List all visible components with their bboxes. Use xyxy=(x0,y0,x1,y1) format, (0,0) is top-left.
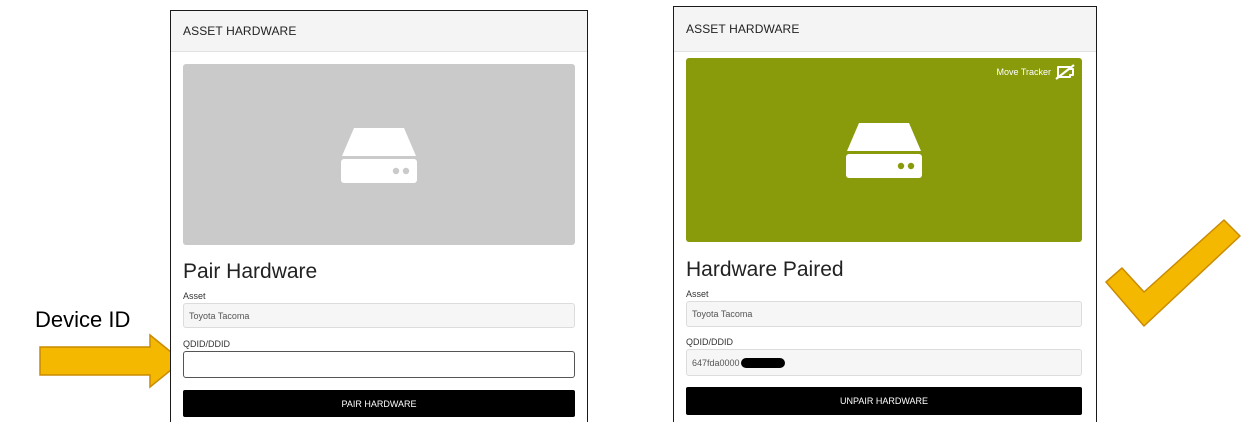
hardware-image xyxy=(183,64,575,245)
battery-slash-icon xyxy=(1055,64,1075,80)
asset-field: Toyota Tacoma xyxy=(183,303,575,328)
qdid-label: QDID/DDID xyxy=(686,337,733,347)
panel-header: ASSET HARDWARE xyxy=(171,11,587,52)
qdid-field: 647fda0000 xyxy=(686,349,1082,376)
hard-drive-icon xyxy=(341,127,417,183)
hardware-paired-panel: ASSET HARDWARE Move Tracker Hardware Pai… xyxy=(673,6,1097,422)
asset-value: Toyota Tacoma xyxy=(189,310,250,321)
form-title: Pair Hardware xyxy=(183,260,318,283)
pointer-arrow-icon xyxy=(39,333,184,389)
panel-header: ASSET HARDWARE xyxy=(674,7,1096,52)
pair-hardware-button[interactable]: PAIR HARDWARE xyxy=(183,390,575,417)
hardware-image: Move Tracker xyxy=(686,58,1082,242)
asset-label: Asset xyxy=(183,291,206,301)
pair-hardware-panel: ASSET HARDWARE Pair Hardware Asset Toyot… xyxy=(170,10,588,422)
move-tracker-button[interactable]: Move Tracker xyxy=(996,64,1076,80)
asset-label: Asset xyxy=(686,289,709,299)
form-title: Hardware Paired xyxy=(686,258,844,281)
asset-field: Toyota Tacoma xyxy=(686,301,1082,327)
redaction-bar xyxy=(740,357,785,368)
qdid-input[interactable] xyxy=(183,351,575,378)
checkmark-icon xyxy=(1105,219,1241,327)
qdid-value: 647fda0000 xyxy=(692,357,740,368)
device-id-annotation: Device ID xyxy=(35,307,131,332)
unpair-hardware-button[interactable]: UNPAIR HARDWARE xyxy=(686,387,1082,415)
hard-drive-icon xyxy=(846,123,922,178)
qdid-label: QDID/DDID xyxy=(183,339,230,349)
asset-value: Toyota Tacoma xyxy=(692,309,753,319)
move-tracker-label: Move Tracker xyxy=(996,67,1051,77)
